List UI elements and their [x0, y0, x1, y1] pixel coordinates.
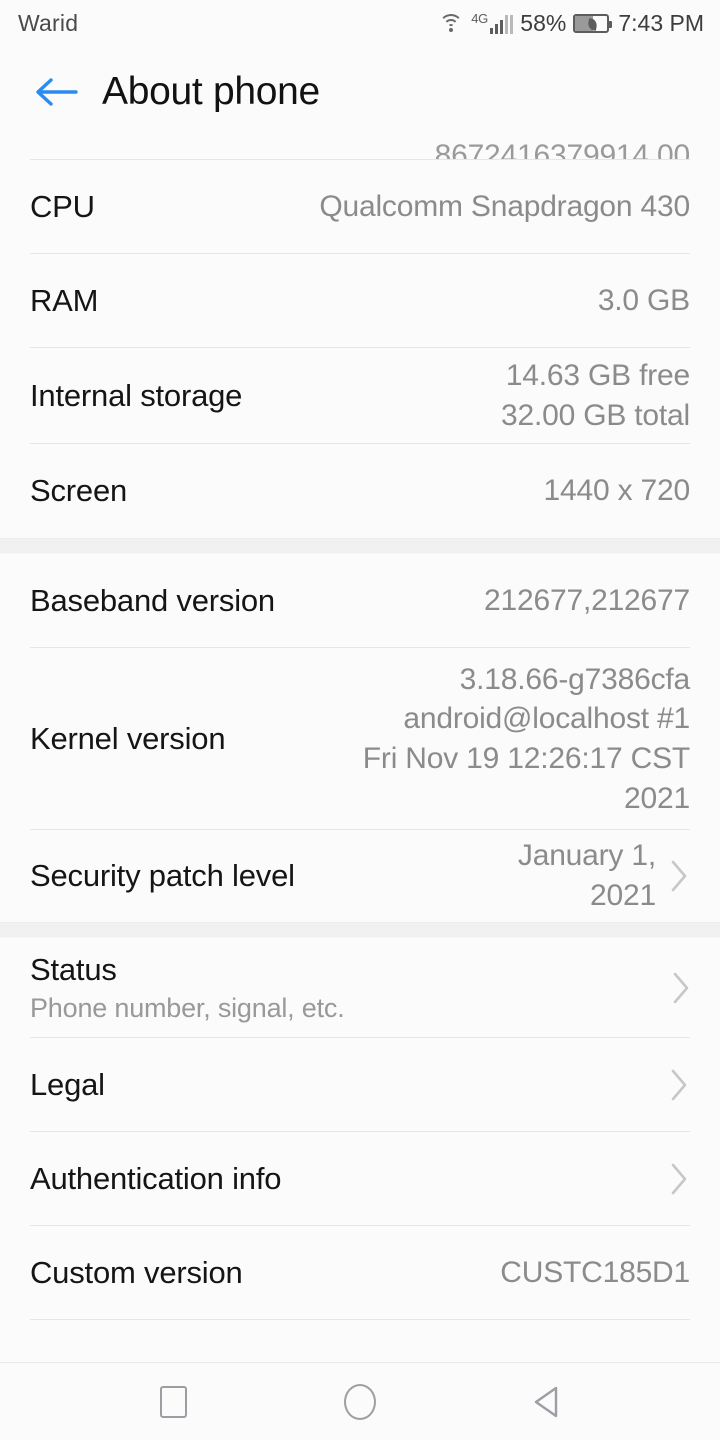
- wifi-icon: [438, 12, 464, 34]
- navigation-bar: [0, 1362, 720, 1440]
- row-label: Baseband version: [30, 583, 275, 618]
- network-type-label: 4G: [471, 11, 488, 26]
- table-row-clipped-serial[interactable]: 8672416379914 00: [0, 138, 720, 160]
- row-label: Status: [30, 952, 117, 987]
- row-label: RAM: [30, 283, 99, 318]
- phone-screen: Warid 4G 58% 7:43 PM About phone 8672416…: [0, 0, 720, 1440]
- app-bar: About phone: [0, 46, 720, 138]
- table-row-internal-storage[interactable]: Internal storage 14.63 GB free 32.00 GB …: [0, 348, 720, 445]
- chevron-right-icon: [668, 859, 690, 893]
- table-row-baseband-version[interactable]: Baseband version 212677,212677: [0, 554, 720, 649]
- page-title: About phone: [102, 70, 320, 113]
- row-label: Security patch level: [30, 858, 295, 893]
- table-row-security-patch-level[interactable]: Security patch level January 1, 2021: [0, 830, 720, 922]
- row-label: CPU: [30, 189, 95, 224]
- row-value: Qualcomm Snapdragon 430: [319, 190, 690, 224]
- cellular-signal-icon: 4G: [471, 11, 514, 34]
- back-arrow-icon[interactable]: [30, 66, 82, 118]
- row-value: 3.18.66-g7386cfa android@localhost #1 Fr…: [362, 662, 690, 815]
- row-label: Authentication info: [30, 1161, 282, 1196]
- table-row-kernel-version[interactable]: Kernel version 3.18.66-g7386cfa android@…: [0, 648, 720, 830]
- chevron-right-icon: [670, 971, 692, 1005]
- triangle-back-icon[interactable]: [515, 1370, 579, 1434]
- battery-percent-label: 58%: [520, 9, 567, 36]
- section-hardware: 8672416379914 00 CPU Qualcomm Snapdragon…: [0, 138, 720, 538]
- row-value: January 1, 2021: [517, 839, 656, 912]
- status-bar: Warid 4G 58% 7:43 PM: [0, 0, 720, 46]
- row-value: CUSTC185D1: [500, 1256, 690, 1290]
- chevron-right-icon: [668, 1162, 690, 1196]
- section-software: Baseband version 212677,212677 Kernel ve…: [0, 554, 720, 922]
- status-bar-icons: 4G 58% 7:43 PM: [438, 10, 704, 37]
- circle-home-icon[interactable]: [328, 1370, 392, 1434]
- table-row-screen[interactable]: Screen 1440 x 720: [0, 444, 720, 538]
- clock-label: 7:43 PM: [618, 9, 704, 36]
- table-row-legal[interactable]: Legal: [0, 1038, 720, 1133]
- row-label: Legal: [30, 1067, 105, 1102]
- section-links: Status Phone number, signal, etc. Legal: [0, 938, 720, 1321]
- row-value: 3.0 GB: [597, 284, 690, 318]
- row-value: 14.63 GB free 32.00 GB total: [501, 359, 690, 432]
- square-recents-icon[interactable]: [141, 1370, 205, 1434]
- table-row-cpu[interactable]: CPU Qualcomm Snapdragon 430: [0, 160, 720, 255]
- row-value: 1440 x 720: [543, 474, 691, 508]
- row-value: 212677,212677: [484, 584, 690, 618]
- table-row-ram[interactable]: RAM 3.0 GB: [0, 254, 720, 349]
- row-label: Kernel version: [30, 721, 226, 756]
- settings-list[interactable]: 8672416379914 00 CPU Qualcomm Snapdragon…: [0, 138, 720, 1362]
- battery-saver-icon: [573, 13, 613, 33]
- chevron-right-icon: [668, 1068, 690, 1102]
- section-divider: [0, 538, 720, 554]
- clipped-serial-value: 8672416379914 00: [434, 139, 691, 161]
- section-divider: [0, 922, 720, 938]
- table-row-authentication-info[interactable]: Authentication info: [0, 1132, 720, 1227]
- row-label: Screen: [30, 473, 128, 508]
- signal-bars-icon: [489, 15, 514, 34]
- table-row-custom-version[interactable]: Custom version CUSTC185D1: [0, 1226, 720, 1321]
- row-label: Custom version: [30, 1255, 243, 1290]
- carrier-label: Warid: [18, 9, 79, 36]
- row-subtitle: Phone number, signal, etc.: [30, 993, 345, 1023]
- row-label: Internal storage: [30, 378, 243, 413]
- table-row-status[interactable]: Status Phone number, signal, etc.: [0, 938, 720, 1039]
